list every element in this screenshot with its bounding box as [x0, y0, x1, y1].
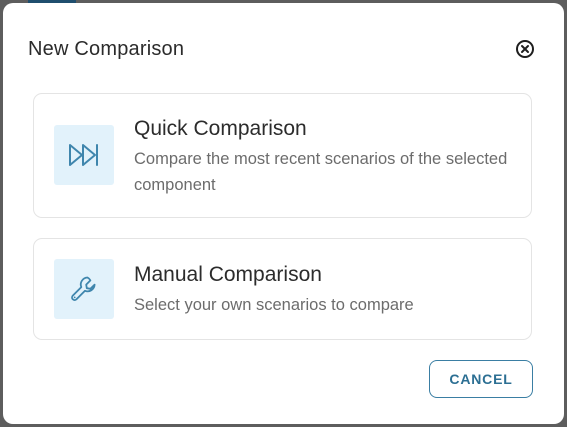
quick-comparison-icon-tile [54, 125, 114, 185]
close-button[interactable] [514, 38, 536, 60]
dialog-header: New Comparison [28, 34, 536, 64]
manual-comparison-title: Manual Comparison [134, 263, 322, 286]
new-comparison-dialog: New Comparison Quick Comparison Compare … [3, 3, 564, 424]
quick-comparison-description: Compare the most recent scenarios of the… [134, 150, 508, 194]
fast-forward-icon [69, 144, 98, 166]
manual-comparison-icon-tile [54, 259, 114, 319]
manual-comparison-option[interactable]: Manual Comparison Select your own scenar… [33, 238, 532, 340]
close-circle-icon [516, 40, 534, 58]
manual-comparison-text: Manual Comparison Select your own scenar… [134, 261, 511, 318]
dialog-title: New Comparison [28, 37, 185, 60]
cancel-button[interactable]: CANCEL [429, 360, 533, 398]
quick-comparison-option[interactable]: Quick Comparison Compare the most recent… [33, 93, 532, 218]
wrench-icon [71, 276, 96, 301]
manual-comparison-description: Select your own scenarios to compare [134, 296, 414, 314]
quick-comparison-text: Quick Comparison Compare the most recent… [134, 115, 511, 198]
quick-comparison-title: Quick Comparison [134, 117, 307, 140]
